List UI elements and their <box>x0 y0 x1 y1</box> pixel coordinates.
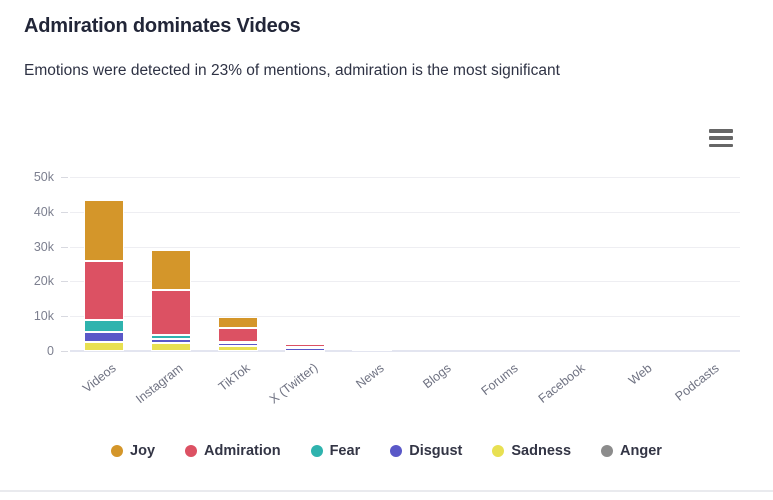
x-tick-label: Web <box>625 361 655 388</box>
legend-item-anger[interactable]: Anger <box>601 443 662 459</box>
chart-legend: Joy Admiration Fear Disgust Sadness Anger <box>0 443 773 459</box>
bar-group[interactable] <box>687 177 727 351</box>
x-tick-label: Videos <box>79 361 119 396</box>
bar-segment[interactable] <box>217 341 258 344</box>
legend-label: Anger <box>620 443 662 459</box>
legend-item-fear[interactable]: Fear <box>310 443 361 459</box>
y-tick-label: 40k <box>33 204 54 219</box>
legend-item-disgust[interactable]: Disgust <box>390 443 462 459</box>
bar-segment[interactable] <box>217 346 258 351</box>
legend-label: Admiration <box>204 443 281 459</box>
y-tick-mark <box>61 211 68 213</box>
legend-item-admiration[interactable]: Admiration <box>185 443 281 459</box>
y-tick-label: 30k <box>33 239 54 254</box>
legend-item-joy[interactable]: Joy <box>111 443 155 459</box>
bar-segment[interactable] <box>217 328 258 342</box>
y-tick-mark <box>61 246 68 248</box>
bar-segment[interactable] <box>83 260 124 321</box>
x-tick-label: News <box>352 361 387 392</box>
y-tick-label: 10k <box>33 309 54 324</box>
legend-swatch-icon <box>111 445 124 457</box>
legend-swatch-icon <box>492 445 505 457</box>
y-tick-mark <box>61 316 68 318</box>
legend-label: Joy <box>130 443 156 459</box>
legend-swatch-icon <box>185 445 198 457</box>
x-tick-label: TikTok <box>215 361 253 394</box>
x-tick-label: Instagram <box>132 361 186 407</box>
bar-group[interactable] <box>284 177 325 353</box>
bar-group[interactable] <box>150 177 191 351</box>
chart-plot-area: 0 10k 20k 30k 40k 50k Videos Instagram TikTok X … <box>0 0 773 500</box>
y-tick-mark <box>61 281 68 283</box>
bar-segment[interactable] <box>217 317 258 329</box>
bar-segment[interactable] <box>217 343 258 347</box>
y-tick-label: 0 <box>47 344 54 358</box>
bar-segment[interactable] <box>83 199 124 261</box>
bar-segment[interactable] <box>351 348 392 351</box>
bar-segment[interactable] <box>150 343 191 351</box>
legend-swatch-icon <box>601 445 614 457</box>
bar-segment[interactable] <box>150 334 191 339</box>
x-tick-label: X (Twitter) <box>266 360 320 407</box>
x-tick-label: Blogs <box>419 361 454 392</box>
legend-label: Sadness <box>511 443 572 459</box>
bar-group[interactable] <box>83 177 124 351</box>
card-bottom-divider <box>0 490 773 492</box>
bar-group[interactable] <box>351 177 392 351</box>
bar-segment[interactable] <box>83 341 124 351</box>
bar-segment[interactable] <box>284 350 325 353</box>
bar-segment[interactable] <box>83 331 124 342</box>
bar-segment[interactable] <box>83 320 124 332</box>
bar-group[interactable] <box>620 177 660 351</box>
bar-group[interactable] <box>486 177 526 351</box>
bar-group[interactable] <box>217 177 258 351</box>
x-tick-label: Podcasts <box>671 361 722 404</box>
bar-group[interactable] <box>419 177 459 351</box>
chart-card: Admiration dominates Videos Emotions wer… <box>0 0 773 490</box>
legend-swatch-icon <box>390 445 403 457</box>
legend-item-sadness[interactable]: Sadness <box>492 443 571 459</box>
legend-swatch-icon <box>310 445 323 457</box>
bar-segment[interactable] <box>284 347 325 350</box>
y-tick-label: 50k <box>33 170 54 184</box>
x-tick-label: Facebook <box>535 361 588 406</box>
bar-segment[interactable] <box>284 343 325 346</box>
y-tick-mark <box>61 177 68 178</box>
x-tick-label: Forums <box>478 361 521 399</box>
bar-segment[interactable] <box>150 290 191 335</box>
y-tick-label: 20k <box>33 274 54 289</box>
bar-segment[interactable] <box>150 338 191 344</box>
y-tick-mark <box>61 351 68 352</box>
legend-label: Fear <box>329 443 361 459</box>
legend-label: Disgust <box>409 443 463 459</box>
bar-segment[interactable] <box>150 250 191 291</box>
bar-group[interactable] <box>553 177 593 351</box>
